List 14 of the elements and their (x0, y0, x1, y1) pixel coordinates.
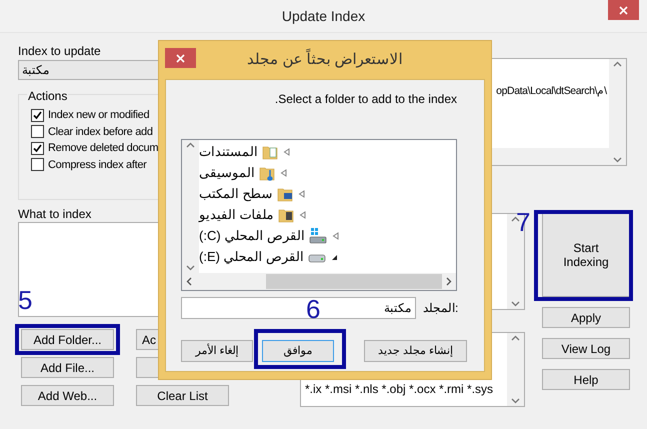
field-label: What to index (18, 206, 92, 221)
field-label: المجلد: (423, 300, 458, 317)
checkbox-label: Compress index after (48, 158, 147, 172)
annotation-number: 7 (516, 208, 530, 236)
window-title: Update Index (282, 6, 366, 26)
dialog-prompt: .Select a folder to add to the index (274, 91, 457, 108)
checkbox-label: Clear index before add (48, 124, 153, 140)
dialog-title: الاستعراض بحثاً عن مجلد (247, 48, 403, 70)
checkbox-label: Index new or modified (48, 108, 150, 123)
field-label: Index to update (18, 43, 102, 58)
annotation-number: 5 (18, 286, 32, 314)
checkbox-label: Remove deleted docum (48, 141, 158, 156)
file-types-text: *.ix *.msi *.nls *.obj *.ocx *.rmi *.sys (305, 381, 494, 398)
path-text: opData\Local\dtSearch\م\ (496, 84, 607, 99)
